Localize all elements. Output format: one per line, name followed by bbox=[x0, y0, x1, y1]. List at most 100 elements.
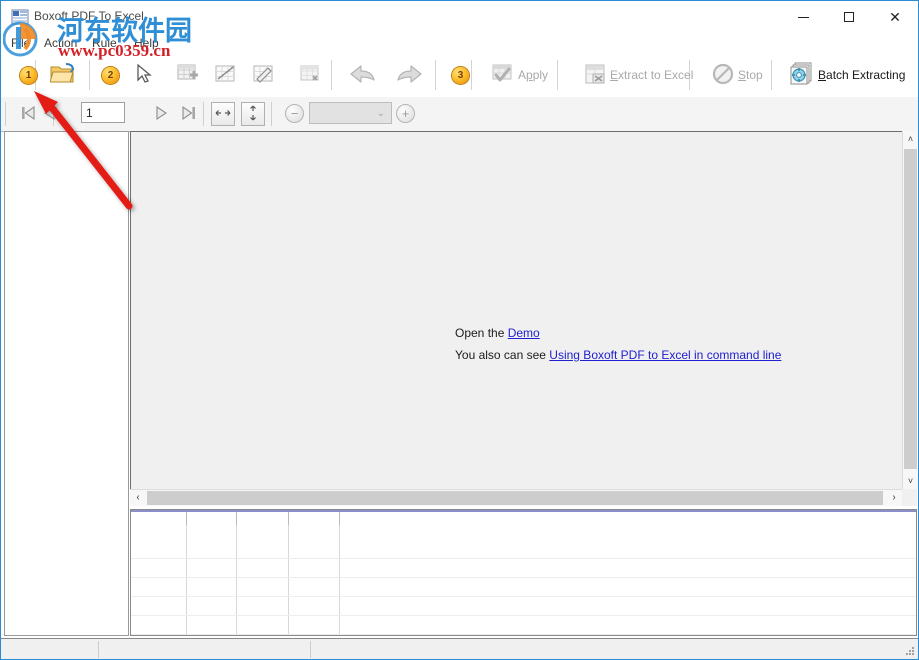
nav-separator bbox=[203, 102, 204, 126]
grid-header-divider bbox=[288, 512, 289, 525]
open-file-button[interactable] bbox=[45, 57, 81, 93]
open-folder-icon bbox=[50, 62, 76, 89]
scroll-right-icon[interactable]: › bbox=[886, 490, 902, 506]
extract-to-excel-button[interactable]: Extract to Excel bbox=[579, 57, 698, 93]
command-line-help-link[interactable]: Using Boxoft PDF to Excel in command lin… bbox=[549, 348, 781, 362]
window-title: Boxoft PDF To Excel bbox=[34, 8, 144, 24]
undo-button[interactable] bbox=[343, 57, 383, 93]
excel-export-icon bbox=[584, 63, 606, 88]
close-button[interactable]: ✕ bbox=[872, 1, 918, 33]
batch-extracting-button-label: Batch Extracting bbox=[818, 68, 905, 82]
fit-height-button[interactable] bbox=[241, 102, 265, 126]
number-badge-3-icon: 3 bbox=[452, 67, 469, 84]
viewer-vertical-scrollbar[interactable]: ˄ ˅ bbox=[902, 131, 917, 489]
stop-button[interactable]: Stop bbox=[707, 57, 768, 93]
add-table-button[interactable] bbox=[171, 57, 207, 93]
app-icon bbox=[11, 8, 29, 26]
grid-row-divider bbox=[131, 577, 916, 578]
edit-table-button[interactable] bbox=[245, 57, 281, 93]
batch-extracting-button[interactable]: Batch Extracting bbox=[785, 57, 910, 93]
fit-width-button[interactable] bbox=[211, 102, 235, 126]
grid-top-border bbox=[131, 510, 916, 512]
zoom-out-button[interactable]: − bbox=[285, 104, 304, 123]
status-panel-right bbox=[311, 641, 915, 658]
menu-item-file[interactable]: File bbox=[6, 34, 35, 52]
vertical-scroll-thumb[interactable] bbox=[904, 149, 917, 469]
viewer-horizontal-scrollbar[interactable]: ‹ › bbox=[130, 489, 902, 506]
page-number-input[interactable] bbox=[81, 102, 125, 123]
menu-item-rule[interactable]: Rule bbox=[87, 34, 122, 52]
menu-item-action[interactable]: Action bbox=[39, 34, 82, 52]
menu-item-help[interactable]: Help bbox=[129, 34, 164, 52]
edit-table-icon bbox=[250, 62, 276, 89]
document-placeholder-message: Open the Demo You also can see Using Box… bbox=[455, 322, 781, 366]
open-demo-line: Open the Demo bbox=[455, 322, 781, 344]
last-page-button[interactable] bbox=[176, 102, 202, 126]
apply-button-label: Apply bbox=[518, 68, 548, 82]
prev-page-button[interactable] bbox=[37, 102, 63, 126]
scroll-up-icon[interactable]: ˄ bbox=[903, 131, 918, 147]
maximize-icon bbox=[844, 12, 854, 22]
cursor-arrow-icon bbox=[134, 63, 154, 88]
toolbar-separator bbox=[435, 60, 436, 90]
grid-header-divider bbox=[186, 512, 187, 525]
grid-row-divider bbox=[131, 596, 916, 597]
scroll-left-icon[interactable]: ‹ bbox=[130, 490, 146, 506]
step-2-badge: 2 bbox=[97, 57, 124, 93]
extraction-result-grid[interactable] bbox=[130, 509, 917, 636]
zoom-level-combo[interactable]: ⌄ bbox=[309, 102, 392, 124]
pdf-page-canvas[interactable]: Open the Demo You also can see Using Box… bbox=[130, 131, 902, 489]
stop-sign-icon bbox=[712, 63, 734, 88]
undo-arrow-icon bbox=[348, 62, 378, 89]
step-3-badge: 3 bbox=[447, 57, 474, 93]
page-navigation-bar: − ⌄ + bbox=[1, 97, 918, 132]
toolbar-separator bbox=[331, 60, 332, 90]
resize-grip-icon[interactable] bbox=[904, 645, 916, 657]
apply-button[interactable]: Apply bbox=[485, 57, 553, 93]
open-demo-prefix: Open the bbox=[455, 326, 508, 340]
toolbar-separator bbox=[89, 60, 90, 90]
apply-table-check-icon bbox=[490, 63, 514, 88]
application-window: Boxoft PDF To Excel ✕ File Action Rule H… bbox=[0, 0, 919, 660]
grid-header-divider bbox=[236, 512, 237, 525]
status-bar bbox=[1, 638, 918, 659]
grid-row-divider bbox=[131, 634, 916, 635]
draw-line-button[interactable] bbox=[207, 57, 243, 93]
stop-button-label: Stop bbox=[738, 68, 763, 82]
command-line-prefix: You also can see bbox=[455, 348, 549, 362]
scroll-down-icon[interactable]: ˅ bbox=[903, 473, 918, 489]
demo-link[interactable]: Demo bbox=[508, 326, 540, 340]
select-tool-button[interactable] bbox=[129, 57, 159, 93]
title-bar: Boxoft PDF To Excel ✕ bbox=[1, 1, 918, 33]
grid-row-divider bbox=[131, 615, 916, 616]
redo-arrow-icon bbox=[394, 62, 424, 89]
batch-gear-icon bbox=[790, 62, 814, 89]
minimize-button[interactable] bbox=[780, 1, 826, 33]
close-icon: ✕ bbox=[889, 10, 901, 24]
fit-height-icon bbox=[245, 104, 261, 125]
last-page-icon bbox=[180, 105, 198, 124]
nav-separator bbox=[271, 102, 272, 126]
next-page-button[interactable] bbox=[148, 102, 174, 126]
delete-table-icon bbox=[298, 63, 322, 88]
horizontal-scroll-thumb[interactable] bbox=[147, 491, 883, 505]
add-table-icon bbox=[176, 62, 202, 89]
main-toolbar: 1 2 bbox=[1, 53, 918, 98]
command-line-info-line: You also can see Using Boxoft PDF to Exc… bbox=[455, 344, 781, 366]
redo-button[interactable] bbox=[389, 57, 429, 93]
extract-to-excel-button-label: Extract to Excel bbox=[610, 68, 693, 82]
delete-table-button[interactable] bbox=[293, 57, 327, 93]
chevron-down-icon: ⌄ bbox=[377, 108, 385, 119]
number-badge-1-icon: 1 bbox=[20, 67, 37, 84]
grid-row-divider bbox=[131, 558, 916, 559]
grid-header-divider bbox=[339, 512, 340, 525]
thumbnail-sidebar-panel[interactable] bbox=[4, 131, 129, 636]
scrollbar-corner bbox=[902, 489, 917, 506]
step-1-badge: 1 bbox=[15, 57, 42, 93]
fit-width-icon bbox=[214, 105, 232, 124]
maximize-button[interactable] bbox=[826, 1, 872, 33]
status-panel-middle bbox=[99, 641, 311, 658]
zoom-in-button[interactable]: + bbox=[396, 104, 415, 123]
next-page-icon bbox=[152, 105, 170, 124]
pdf-viewer-area: Open the Demo You also can see Using Box… bbox=[130, 131, 917, 506]
